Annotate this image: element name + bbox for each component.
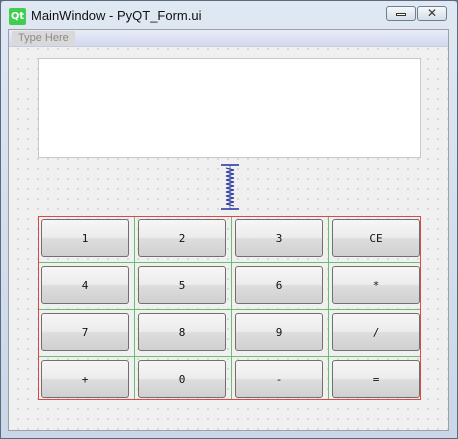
minus-button[interactable]: -: [235, 360, 323, 398]
key-8-button[interactable]: 8: [138, 313, 226, 351]
minimize-button[interactable]: [386, 6, 416, 21]
clear-entry-button[interactable]: CE: [332, 219, 420, 257]
plus-button[interactable]: +: [41, 360, 129, 398]
key-9-button[interactable]: 9: [235, 313, 323, 351]
key-6-button[interactable]: 6: [235, 266, 323, 304]
key-3-button[interactable]: 3: [235, 219, 323, 257]
vertical-spacer-icon[interactable]: [221, 164, 239, 210]
close-button[interactable]: ✕: [417, 6, 447, 21]
grid-divider: [39, 262, 420, 263]
key-4-button[interactable]: 4: [41, 266, 129, 304]
qt-logo-icon: Qt: [9, 8, 26, 25]
key-0-button[interactable]: 0: [138, 360, 226, 398]
key-2-button[interactable]: 2: [138, 219, 226, 257]
equals-button[interactable]: =: [332, 360, 420, 398]
grid-divider: [231, 217, 232, 399]
key-7-button[interactable]: 7: [41, 313, 129, 351]
grid-divider: [39, 309, 420, 310]
menu-type-here[interactable]: Type Here: [12, 31, 75, 45]
grid-divider: [39, 356, 420, 357]
title-bar[interactable]: Qt MainWindow - PyQT_Form.ui ✕: [1, 1, 457, 29]
key-1-button[interactable]: 1: [41, 219, 129, 257]
close-icon: ✕: [426, 6, 438, 20]
multiply-button[interactable]: *: [332, 266, 420, 304]
divide-button[interactable]: /: [332, 313, 420, 351]
minimize-icon: [396, 13, 406, 16]
grid-divider: [134, 217, 135, 399]
display-box[interactable]: [38, 58, 421, 158]
form-canvas: Type Here 1 2 3 CE 4 5 6 * 7 8 9 / + 0 -…: [8, 29, 449, 431]
menu-bar: Type Here: [9, 30, 448, 47]
grid-divider: [328, 217, 329, 399]
window-title: MainWindow - PyQT_Form.ui: [31, 8, 202, 23]
key-5-button[interactable]: 5: [138, 266, 226, 304]
main-window: Qt MainWindow - PyQT_Form.ui ✕ Type Here: [0, 0, 458, 439]
keypad-grid-layout: 1 2 3 CE 4 5 6 * 7 8 9 / + 0 - =: [38, 216, 421, 400]
